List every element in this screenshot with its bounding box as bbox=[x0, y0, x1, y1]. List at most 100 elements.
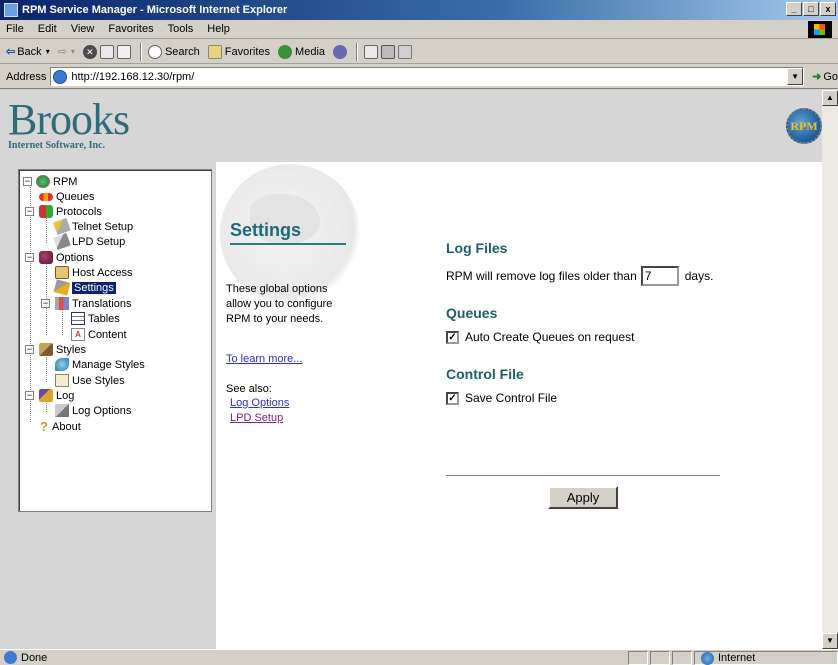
tree-label: Queues bbox=[56, 190, 95, 203]
menu-view[interactable]: View bbox=[71, 23, 95, 35]
tree-item-settings[interactable]: Settings bbox=[53, 279, 116, 296]
tree-item-rpm[interactable]: − RPM bbox=[23, 174, 77, 189]
learn-more-link[interactable]: To learn more... bbox=[226, 353, 302, 365]
internet-zone-icon bbox=[701, 651, 714, 665]
menu-favorites[interactable]: Favorites bbox=[108, 23, 153, 35]
close-button[interactable]: x bbox=[820, 2, 836, 16]
use-styles-icon bbox=[55, 374, 69, 387]
collapse-icon[interactable]: − bbox=[25, 253, 34, 262]
mail-icon[interactable] bbox=[364, 44, 379, 59]
status-pane bbox=[628, 651, 648, 665]
collapse-icon[interactable]: − bbox=[23, 177, 32, 186]
tree-item-log-options[interactable]: Log Options bbox=[55, 403, 131, 418]
log-days-input[interactable] bbox=[640, 266, 679, 286]
tree-label: Log Options bbox=[72, 404, 132, 417]
description-line: allow you to configure bbox=[226, 298, 333, 310]
form-divider bbox=[446, 475, 720, 477]
search-button[interactable]: Search bbox=[147, 44, 200, 59]
maximize-button[interactable]: □ bbox=[803, 2, 819, 16]
log-options-link[interactable]: Log Options bbox=[230, 397, 289, 409]
tree-item-telnet-setup[interactable]: Telnet Setup bbox=[53, 217, 133, 236]
host-access-icon bbox=[55, 266, 69, 279]
menu-edit[interactable]: Edit bbox=[38, 23, 57, 35]
history-icon[interactable] bbox=[333, 44, 348, 59]
vertical-scrollbar[interactable]: ▲ ▼ bbox=[822, 90, 838, 649]
page-done-icon bbox=[4, 651, 17, 664]
log-files-text: RPM will remove log files older than bbox=[446, 269, 637, 283]
status-pane bbox=[672, 651, 692, 665]
tree-label: Host Access bbox=[72, 266, 133, 279]
nav-tree: − RPM Queues − Protocols Telnet Setup LP… bbox=[18, 169, 212, 512]
tree-item-content[interactable]: A Content bbox=[71, 327, 127, 342]
forward-dropdown-icon[interactable]: ▾ bbox=[71, 47, 75, 56]
media-label: Media bbox=[295, 45, 326, 58]
back-dropdown-icon[interactable]: ▾ bbox=[46, 47, 50, 56]
back-label: Back bbox=[17, 45, 42, 58]
favorites-button[interactable]: Favorites bbox=[207, 44, 271, 59]
content-icon: A bbox=[71, 328, 85, 341]
collapse-icon[interactable]: − bbox=[25, 207, 34, 216]
translations-icon bbox=[55, 297, 69, 310]
save-control-checkbox[interactable]: ✓ bbox=[446, 391, 459, 405]
see-also-label: See also: bbox=[226, 383, 272, 395]
zone-pane: Internet bbox=[694, 651, 838, 665]
home-icon[interactable] bbox=[116, 44, 131, 59]
options-cube-icon bbox=[39, 251, 53, 264]
tree-label: Log bbox=[56, 389, 75, 402]
lpd-plug-icon bbox=[53, 232, 71, 251]
back-button[interactable]: ⇦ Back ▾ bbox=[6, 45, 50, 59]
address-url: http://192.168.12.30/rpm/ bbox=[71, 70, 195, 83]
tree-item-log[interactable]: − Log bbox=[23, 388, 74, 403]
tree-item-lpd-setup[interactable]: LPD Setup bbox=[53, 232, 125, 251]
manage-styles-icon bbox=[55, 358, 69, 371]
toolbar-separator bbox=[356, 42, 359, 61]
auto-create-checkbox[interactable]: ✓ bbox=[446, 330, 459, 344]
tree-item-use-styles[interactable]: Use Styles bbox=[55, 373, 125, 388]
address-dropdown-icon[interactable]: ▼ bbox=[787, 68, 804, 85]
logo-sub-text: Internet Software, Inc. bbox=[8, 140, 106, 151]
window-title: RPM Service Manager - Microsoft Internet… bbox=[22, 4, 288, 16]
go-button[interactable]: ➜ Go bbox=[812, 70, 838, 84]
edit-icon[interactable] bbox=[398, 44, 413, 59]
menu-tools[interactable]: Tools bbox=[168, 23, 194, 35]
tree-item-protocols[interactable]: − Protocols bbox=[23, 204, 102, 219]
stop-icon[interactable]: ✕ bbox=[82, 44, 97, 59]
minimize-button[interactable]: _ bbox=[786, 2, 802, 16]
queues-heading: Queues bbox=[446, 305, 498, 321]
favorites-label: Favorites bbox=[224, 45, 271, 58]
menu-file[interactable]: File bbox=[6, 23, 24, 35]
tree-item-styles[interactable]: − Styles bbox=[23, 342, 86, 357]
address-input[interactable]: http://192.168.12.30/rpm/ ▼ bbox=[50, 67, 805, 86]
windows-logo-icon bbox=[808, 21, 832, 38]
apply-button[interactable]: Apply bbox=[548, 486, 618, 509]
tree-item-options[interactable]: − Options bbox=[23, 250, 94, 265]
title-bar: RPM Service Manager - Microsoft Internet… bbox=[0, 0, 838, 20]
collapse-icon[interactable]: − bbox=[25, 391, 34, 400]
tree-item-manage-styles[interactable]: Manage Styles bbox=[55, 357, 145, 372]
tree-item-tables[interactable]: Tables bbox=[71, 311, 120, 326]
tree-item-host-access[interactable]: Host Access bbox=[55, 265, 133, 280]
status-text: Done bbox=[21, 651, 48, 664]
lpd-setup-link[interactable]: LPD Setup bbox=[230, 412, 283, 424]
tree-item-translations[interactable]: − Translations bbox=[39, 296, 132, 311]
log-options-icon bbox=[55, 404, 69, 417]
tree-item-about[interactable]: ? About bbox=[39, 419, 81, 434]
tree-label: RPM bbox=[53, 175, 78, 188]
description-line: These global options bbox=[226, 283, 328, 295]
menu-help[interactable]: Help bbox=[207, 23, 230, 35]
collapse-icon[interactable]: − bbox=[41, 299, 50, 308]
toolbar-separator bbox=[139, 42, 142, 61]
print-icon[interactable] bbox=[381, 44, 396, 59]
media-button[interactable]: Media bbox=[278, 44, 326, 59]
tree-label: Manage Styles bbox=[72, 358, 145, 371]
menu-bar: File Edit View Favorites Tools Help bbox=[0, 20, 838, 39]
forward-button[interactable]: ⇨ ▾ bbox=[58, 45, 75, 58]
address-bar: Address http://192.168.12.30/rpm/ ▼ ➜ Go bbox=[0, 65, 838, 89]
tree-label: Protocols bbox=[56, 205, 102, 218]
status-pane bbox=[650, 651, 670, 665]
tree-item-queues[interactable]: Queues bbox=[39, 189, 95, 204]
refresh-icon[interactable] bbox=[99, 44, 114, 59]
collapse-icon[interactable]: − bbox=[25, 345, 34, 354]
scroll-up-icon[interactable]: ▲ bbox=[822, 90, 838, 106]
scroll-down-icon[interactable]: ▼ bbox=[822, 633, 838, 649]
